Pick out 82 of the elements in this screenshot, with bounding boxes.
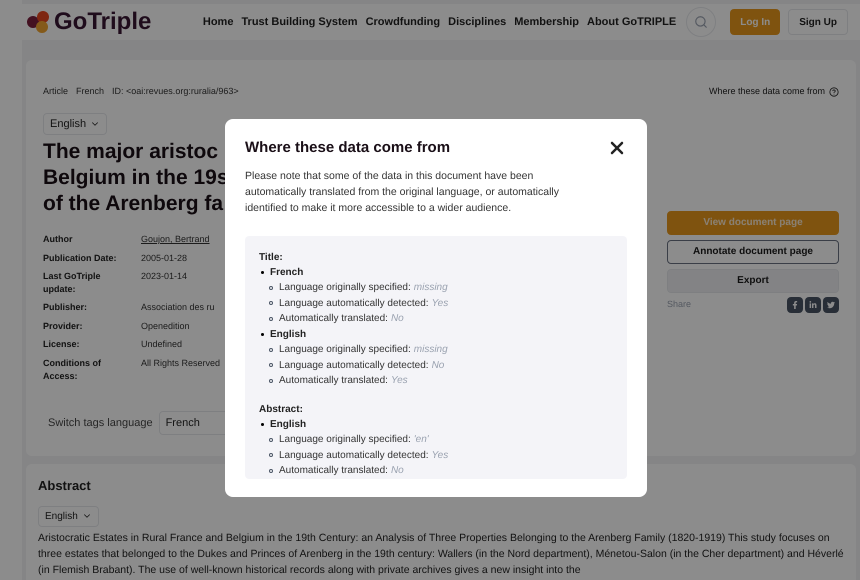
language-dropdown[interactable]: English bbox=[38, 506, 99, 526]
logo-text: GoTriple bbox=[54, 7, 152, 37]
facebook-icon bbox=[791, 300, 799, 308]
detail-value: No bbox=[390, 464, 404, 478]
detail-label: Language automatically detected: bbox=[279, 296, 429, 310]
circle-bullet-icon bbox=[269, 453, 273, 458]
social-share-button[interactable] bbox=[823, 296, 839, 312]
share-label: Share bbox=[667, 298, 692, 311]
nav-link[interactable]: Membership bbox=[514, 14, 579, 30]
bullet-icon bbox=[261, 332, 264, 336]
detail-label: Language originally specified: bbox=[279, 281, 411, 295]
language-dropdown[interactable]: English bbox=[43, 112, 108, 135]
document-title: of the Arenberg fa bbox=[43, 191, 224, 217]
document-tag: French bbox=[76, 85, 104, 98]
meta-value: All Rights Reserved bbox=[141, 356, 220, 370]
social-share-button[interactable] bbox=[787, 296, 803, 312]
dialog-note: Please note that some of the data in this document have been automatically translated from the original language, or automatically identified to make it more accessible to a wider audience. bbox=[245, 168, 560, 216]
language-name: English bbox=[270, 328, 306, 342]
circle-bullet-icon bbox=[269, 348, 273, 352]
language-name: French bbox=[270, 266, 304, 280]
action-button[interactable]: Export bbox=[667, 268, 839, 292]
search-icon bbox=[694, 15, 708, 29]
detail-value: No bbox=[390, 312, 404, 326]
action-button[interactable]: Annotate document page bbox=[667, 240, 839, 264]
meta-label: Provider: bbox=[43, 320, 84, 332]
detail-label: Language automatically detected: bbox=[279, 358, 429, 372]
nav-link[interactable]: About GoTRIPLE bbox=[587, 14, 676, 30]
nav-link[interactable]: Crowdfunding bbox=[366, 14, 440, 30]
abstract-heading: Abstract bbox=[38, 477, 92, 495]
switch-language-label: Switch tags language bbox=[48, 416, 153, 430]
detail-value: 'en' bbox=[414, 433, 429, 447]
circle-bullet-icon bbox=[269, 378, 273, 383]
logo-icon bbox=[26, 10, 52, 34]
twitter-icon bbox=[827, 300, 835, 308]
meta-label: Publication Date: bbox=[43, 252, 118, 264]
section-heading: Title: bbox=[259, 250, 284, 264]
nav-link[interactable]: Disciplines bbox=[448, 14, 506, 30]
meta-label: Publisher: bbox=[43, 301, 88, 314]
circle-bullet-icon bbox=[269, 316, 273, 321]
abstract-text: Aristocratic Estates in Rural France and Belgium in the 19th Century: an Analysis of Three Properties Belonging to the Arenberg Family (1820-1919) This study focuses on three estates that belonged to the Dukes and Princes of Arenberg in the 19th century: Wallers (in the Nord department), Ménetou-Salon (in the Cher department) and Héverlé (in Flemish Brabant). The use of well-known historical records along with private archives gives a new insight into the bbox=[38, 530, 844, 578]
author-link[interactable]: Goujon, Bertrand bbox=[141, 233, 210, 246]
circle-bullet-icon bbox=[269, 468, 273, 473]
meta-label: Last GoTriple update: bbox=[43, 270, 102, 296]
social-share-button[interactable] bbox=[805, 296, 821, 312]
circle-bullet-icon bbox=[269, 363, 273, 368]
circle-bullet-icon bbox=[269, 438, 273, 442]
meta-value: 2023-01-14 bbox=[141, 270, 188, 283]
dialog-title: Where these data come from bbox=[245, 138, 450, 158]
document-tag: Article bbox=[43, 85, 68, 98]
meta-label: License: bbox=[43, 338, 81, 351]
meta-value: Undefined bbox=[141, 338, 182, 351]
meta-label: Author bbox=[43, 233, 74, 246]
detail-value: Yes bbox=[432, 448, 448, 462]
detail-label: Language originally specified: bbox=[279, 343, 411, 357]
linkedin-icon bbox=[809, 300, 817, 308]
meta-value: Openedition bbox=[141, 320, 190, 333]
detail-label: Automatically translated: bbox=[279, 312, 388, 326]
meta-label: Conditions of Access: bbox=[43, 356, 102, 382]
section-heading: Abstract: bbox=[259, 402, 304, 416]
bullet-icon bbox=[261, 270, 264, 274]
signup-button[interactable]: Sign Up bbox=[788, 9, 848, 35]
bullet-icon bbox=[261, 422, 264, 426]
detail-label: Language originally specified: bbox=[279, 433, 411, 447]
meta-value: Association des ru bbox=[141, 301, 215, 314]
help-icon bbox=[829, 86, 839, 97]
nav-link[interactable]: Home bbox=[202, 14, 234, 30]
document-title: The major aristoc bbox=[43, 139, 218, 165]
detail-label: Automatically translated: bbox=[279, 374, 388, 388]
detail-value: Yes bbox=[390, 374, 408, 388]
detail-value: No bbox=[432, 358, 444, 372]
detail-label: Language automatically detected: bbox=[279, 448, 429, 462]
document-tag: ID: <oai:revues.org:ruralia/963> bbox=[112, 85, 239, 98]
detail-value: missing bbox=[414, 343, 448, 357]
nav-link[interactable]: Trust Building System bbox=[241, 14, 358, 30]
detail-value: Yes bbox=[432, 296, 448, 310]
circle-bullet-icon bbox=[269, 286, 273, 290]
detail-value: missing bbox=[414, 281, 448, 295]
language-name: English bbox=[270, 418, 306, 432]
meta-value: 2005-01-28 bbox=[141, 252, 188, 264]
circle-bullet-icon bbox=[269, 301, 273, 306]
detail-label: Automatically translated: bbox=[279, 464, 388, 478]
provenance-link[interactable]: Where these data come from bbox=[708, 85, 825, 98]
